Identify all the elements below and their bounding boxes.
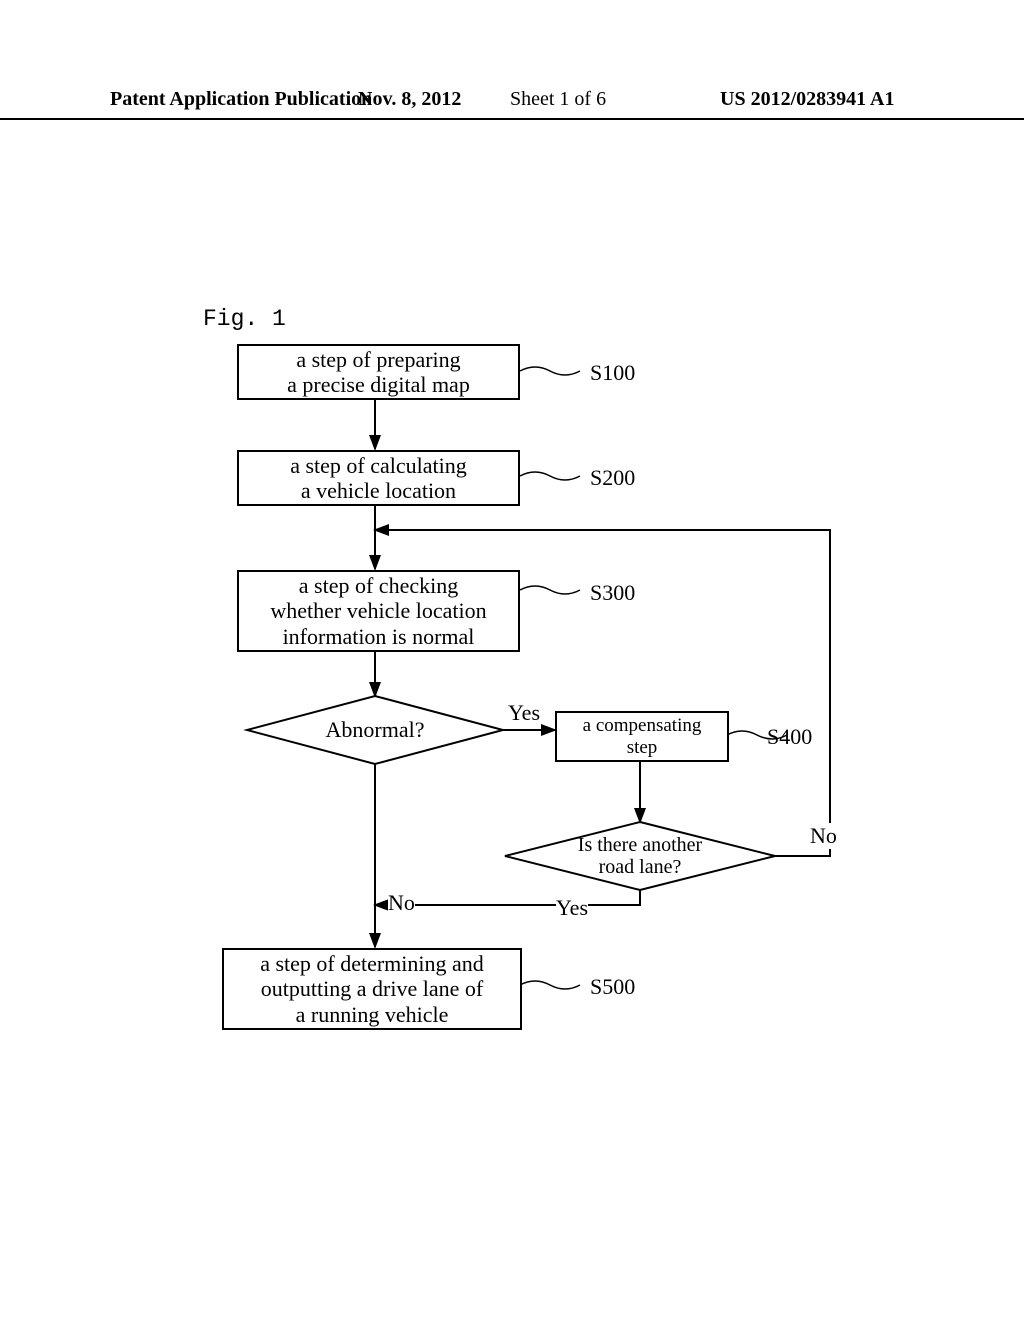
decision-abnormal-text: Abnormal? — [247, 696, 503, 764]
decision-another-lane-text: Is there another road lane? — [505, 822, 775, 890]
step-s100: a step of preparing a precise digital ma… — [237, 344, 520, 400]
label-s200: S200 — [590, 465, 635, 491]
flowchart-connectors — [0, 0, 1024, 1320]
label-s100: S100 — [590, 360, 635, 386]
abnormal-yes-label: Yes — [508, 700, 540, 726]
step-s500: a step of determining and outputting a d… — [222, 948, 522, 1030]
label-s300: S300 — [590, 580, 635, 606]
step-s200: a step of calculating a vehicle location — [237, 450, 520, 506]
abnormal-no-label: No — [388, 890, 415, 916]
step-s300: a step of checking whether vehicle locat… — [237, 570, 520, 652]
step-s400: a compensating step — [555, 711, 729, 762]
another-lane-no-label: No — [810, 823, 837, 849]
figure-label: Fig. 1 — [203, 306, 286, 332]
another-lane-yes-label: Yes — [556, 895, 588, 921]
figure-1-flowchart: Fig. 1 a step of preparing a precise dig — [0, 0, 1024, 1320]
label-s400: S400 — [767, 724, 812, 750]
label-s500: S500 — [590, 974, 635, 1000]
